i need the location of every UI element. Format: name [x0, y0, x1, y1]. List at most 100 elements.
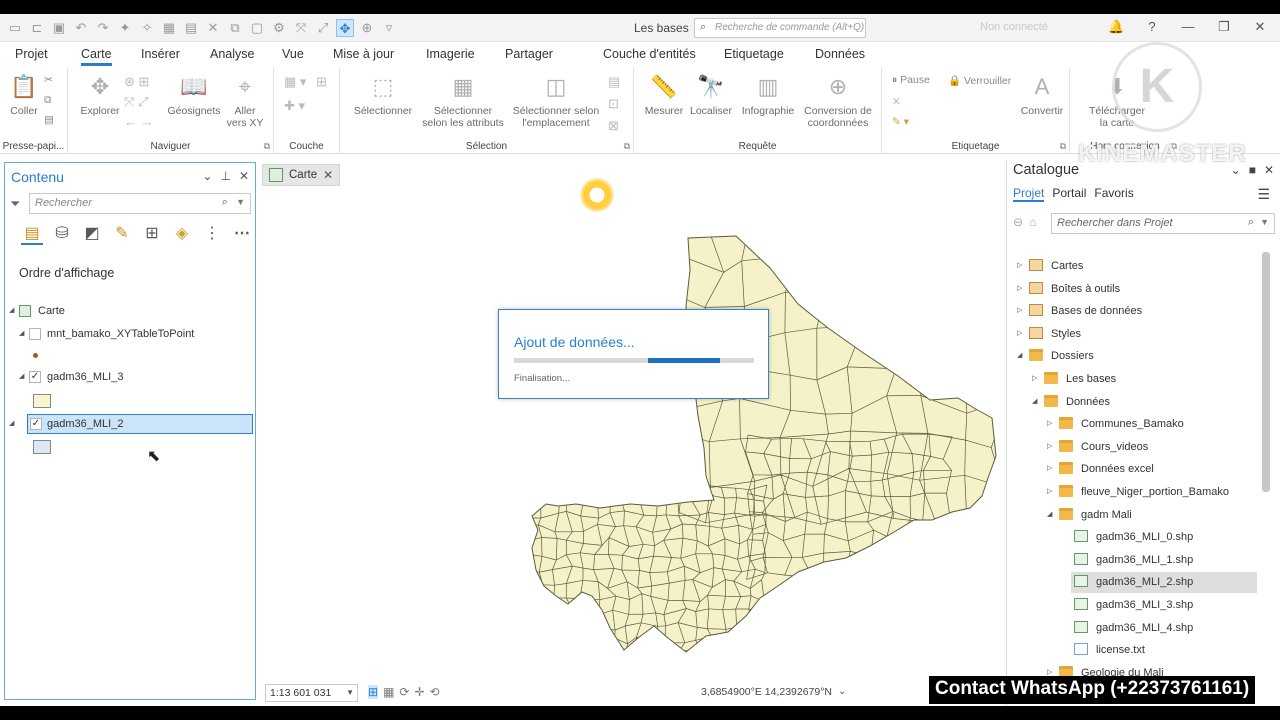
tab-portail[interactable]: Portail — [1052, 186, 1086, 202]
paste-icon[interactable]: ▢ — [248, 19, 266, 37]
table-icon[interactable]: ▦ — [160, 19, 178, 37]
minimize-icon[interactable]: — — [1180, 19, 1196, 35]
catalog-item[interactable]: ▷ Boîtes à outils — [1007, 279, 1257, 300]
fixed-zoom-icon[interactable]: ⤢ — [314, 19, 332, 37]
editing-view-icon[interactable]: ✎ — [111, 223, 133, 245]
layer-visibility-checkbox[interactable] — [29, 328, 41, 340]
customize-qat-icon[interactable]: ▿ — [380, 19, 398, 37]
paste-button[interactable]: 📋 Coller — [6, 72, 42, 117]
polygon-symbol[interactable] — [33, 394, 51, 408]
catalog-item[interactable]: ◢ Dossiers — [1007, 346, 1257, 367]
catalog-item[interactable]: ▷ Cartes — [1007, 256, 1257, 277]
snapping-view-icon[interactable]: ⊞ — [141, 223, 163, 245]
catalog-item[interactable]: ▷ Cours_videos — [1007, 437, 1257, 458]
convert-coordinates-button[interactable]: ⊕ Conversion de coordonnées — [800, 72, 876, 129]
lock-labels-button[interactable]: 🔒 Verrouiller — [948, 74, 1011, 87]
catalog-item[interactable]: gadm36_MLI_4.shp — [1007, 618, 1257, 639]
contents-search-input[interactable]: Rechercher ⌕ ▼ — [29, 193, 251, 214]
crosshair-icon[interactable]: ✛ — [414, 685, 424, 699]
drawing-order-icon[interactable]: ▤ — [21, 223, 43, 245]
full-extent-icon[interactable]: ⤧ — [292, 19, 310, 37]
expand-twisty-icon[interactable]: ◢ — [1017, 351, 1022, 359]
tab-carte[interactable]: Carte — [81, 47, 112, 66]
expand-twisty-icon[interactable]: ◢ — [19, 372, 24, 380]
tab-mise-a-jour[interactable]: Mise à jour — [333, 47, 394, 61]
selection-view-icon[interactable]: ◩ — [81, 223, 103, 245]
expand-twisty-icon[interactable]: ▷ — [1047, 668, 1052, 676]
expand-twisty-icon[interactable]: ◢ — [19, 329, 24, 337]
home-icon[interactable]: ⌂ — [1029, 215, 1036, 229]
tab-analyse[interactable]: Analyse — [210, 47, 254, 61]
expand-twisty-icon[interactable]: ▷ — [1047, 464, 1052, 472]
tab-projet[interactable]: Projet — [15, 47, 48, 61]
labeling-view-icon[interactable]: ◈ — [171, 223, 193, 245]
tab-projet[interactable]: Projet — [1013, 186, 1045, 202]
tool-icon[interactable]: ⚙ — [270, 19, 288, 37]
map-view-tab[interactable]: Carte ✕ — [262, 164, 341, 186]
convert-labels-button[interactable]: A Convertir — [1020, 72, 1064, 117]
copy-path-icon[interactable]: ▤ — [44, 114, 54, 126]
catalog-item-selected[interactable]: gadm36_MLI_2.shp — [1071, 572, 1257, 594]
tab-vue[interactable]: Vue — [282, 47, 304, 61]
restore-icon[interactable]: ❐ — [1216, 19, 1232, 35]
previous-next-extent-icon[interactable]: ← → — [124, 114, 154, 129]
expand-twisty-icon[interactable]: ◢ — [9, 419, 14, 427]
hamburger-menu-icon[interactable]: ☰ — [1257, 186, 1270, 203]
chevron-down-icon[interactable]: ▼ — [236, 197, 245, 207]
close-icon[interactable]: ✕ — [1252, 19, 1268, 35]
pin-icon[interactable]: ⊥ — [220, 169, 230, 183]
dialog-launcher-icon[interactable]: ⧉ — [624, 141, 630, 152]
catalog-item[interactable]: gadm36_MLI_1.shp — [1007, 550, 1257, 571]
filter-icon[interactable]: ⏷ — [10, 196, 20, 212]
polygon-symbol[interactable] — [33, 440, 51, 454]
catalog-item[interactable]: ▷ Données excel — [1007, 459, 1257, 480]
help-icon[interactable]: ? — [1144, 19, 1160, 35]
tab-partager[interactable]: Partager — [505, 47, 553, 61]
back-icon[interactable]: ⊖ — [1013, 215, 1023, 229]
expand-twisty-icon[interactable]: ▷ — [1017, 261, 1022, 269]
snapping-icon[interactable]: ⊞ — [368, 685, 379, 699]
mali-districts-layer[interactable] — [524, 217, 1005, 658]
add-preset-icon[interactable]: ✧ — [138, 19, 156, 37]
explore-icon[interactable]: ✥ — [336, 19, 354, 37]
infographic-button[interactable]: ▥ Infographie — [736, 72, 800, 117]
close-icon[interactable]: ✕ — [239, 169, 249, 183]
add-data-icon[interactable]: ✦ — [116, 19, 134, 37]
chevron-down-icon[interactable]: ⌄ — [838, 686, 846, 697]
edit-icon[interactable]: ▤ — [182, 19, 200, 37]
expand-twisty-icon[interactable]: ▷ — [1017, 329, 1022, 337]
expand-twisty-icon[interactable]: ▷ — [1017, 306, 1022, 314]
refresh-icon[interactable]: ⟳ — [399, 685, 409, 699]
data-source-icon[interactable]: ⛁ — [51, 223, 73, 245]
chevron-down-icon[interactable]: ⌄ — [202, 169, 212, 183]
rotate-icon[interactable]: ⟲ — [430, 685, 440, 699]
catalog-item[interactable]: ◢ Données — [1007, 392, 1257, 413]
unplaced-labels-icon[interactable]: ✕ — [892, 96, 901, 108]
catalog-search-input[interactable]: Rechercher dans Projet ⌕ ▼ — [1051, 213, 1275, 234]
tab-imagerie[interactable]: Imagerie — [426, 47, 475, 61]
map-node[interactable]: ◢ Carte — [5, 302, 255, 322]
expand-twisty-icon[interactable]: ▷ — [1017, 284, 1022, 292]
new-project-icon[interactable]: ▭ — [6, 19, 24, 37]
catalog-item[interactable]: ◢ gadm Mali — [1007, 505, 1257, 526]
redo-icon[interactable]: ↷ — [94, 19, 112, 37]
add-layer-icon[interactable]: ⊞ — [316, 74, 327, 90]
expand-twisty-icon[interactable]: ◢ — [9, 306, 14, 314]
layer-visibility-checkbox[interactable]: ✓ — [30, 418, 42, 430]
catalog-item[interactable]: ▷ Styles — [1007, 324, 1257, 345]
tab-inserer[interactable]: Insérer — [141, 47, 180, 61]
tab-etiquetage[interactable]: Etiquetage — [724, 47, 784, 61]
save-icon[interactable]: ▣ — [50, 19, 68, 37]
catalog-item[interactable]: ▷ Bases de données — [1007, 301, 1257, 322]
cut-icon[interactable]: ✂ — [44, 74, 53, 86]
map-view[interactable]: Carte ✕ Ajout de données... Finalisation… — [258, 160, 1004, 706]
add-graphics-icon[interactable]: ✚ ▾ — [284, 98, 305, 114]
zoom-icon[interactable]: ⊕ — [358, 19, 376, 37]
undo-icon[interactable]: ↶ — [72, 19, 90, 37]
bookmarks-button[interactable]: 📖 Géosignets — [164, 72, 224, 117]
select-button[interactable]: ⬚ Sélectionner — [348, 72, 418, 117]
charts-view-icon[interactable]: ⋮ — [201, 223, 223, 245]
country-outline[interactable] — [531, 235, 997, 653]
attributes-icon[interactable]: ▤ — [608, 74, 620, 90]
delete-icon[interactable]: ✕ — [204, 19, 222, 37]
